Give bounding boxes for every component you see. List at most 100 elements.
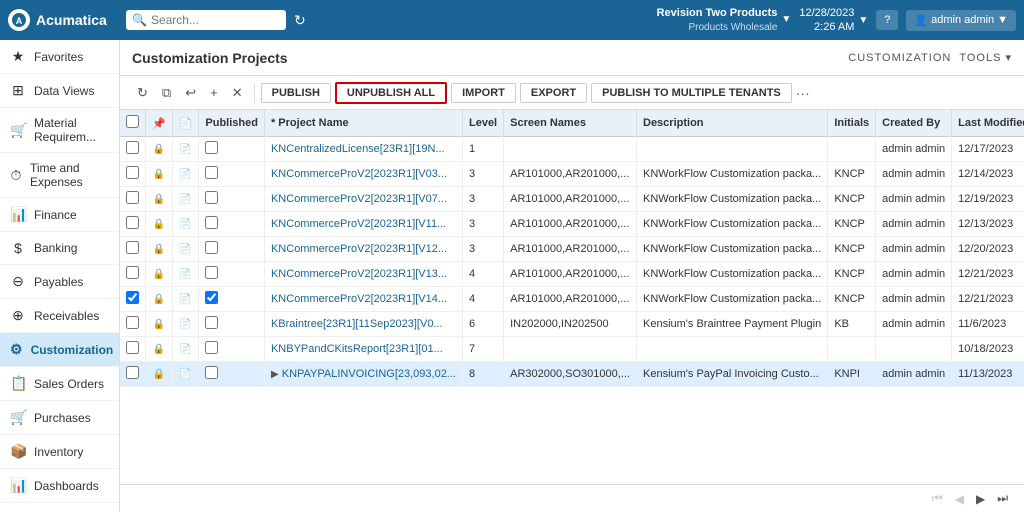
search-bar[interactable]: 🔍: [126, 10, 286, 30]
add-button[interactable]: +: [205, 82, 223, 103]
published-checkbox[interactable]: [205, 316, 218, 329]
select-all-checkbox[interactable]: [126, 115, 139, 128]
project-name-link[interactable]: KNCommerceProV2[2023R1][V12...: [271, 243, 447, 255]
refresh-button[interactable]: ↻: [294, 12, 306, 29]
th-description[interactable]: Description: [637, 110, 828, 137]
sidebar-item-dataviews[interactable]: ⊞ Data Views: [0, 74, 119, 108]
refresh-toolbar-button[interactable]: ↻: [132, 82, 153, 104]
publish-button[interactable]: PUBLISH: [261, 83, 331, 103]
published-checkbox[interactable]: [205, 366, 218, 379]
row-created-cell: admin admin: [876, 262, 952, 287]
datetime-dropdown-arrow[interactable]: ▼: [858, 15, 868, 26]
row-name-cell: KNCommerceProV2[2023R1][V07...: [264, 187, 462, 212]
next-page-button[interactable]: ▶: [972, 490, 989, 508]
row-name-cell: KNCommerceProV2[2023R1][V11...: [264, 212, 462, 237]
row-checkbox[interactable]: [126, 241, 139, 254]
sidebar-item-inventory[interactable]: 📦 Inventory: [0, 435, 119, 469]
row-file-cell: 📄: [172, 262, 199, 287]
row-created-cell: admin admin: [876, 312, 952, 337]
sidebar-label-dataviews: Data Views: [34, 84, 94, 98]
row-checkbox[interactable]: [126, 366, 139, 379]
sidebar-item-receivables[interactable]: ⊕ Receivables: [0, 299, 119, 333]
first-page-button[interactable]: ⏮: [928, 489, 947, 508]
project-name-link[interactable]: KNCommerceProV2[2023R1][V13...: [271, 268, 447, 280]
sidebar-item-time[interactable]: ⏱ Time and Expenses: [0, 153, 119, 198]
project-name-link[interactable]: KNPAYPALINVOICING[23,093,02...: [282, 368, 456, 380]
row-checkbox[interactable]: [126, 341, 139, 354]
sidebar-item-salesorders[interactable]: 📋 Sales Orders: [0, 367, 119, 401]
th-select-all[interactable]: [120, 110, 146, 137]
row-description-cell: KNWorkFlow Customization packa...: [637, 262, 828, 287]
more-actions-button[interactable]: ···: [796, 85, 810, 101]
published-checkbox[interactable]: [205, 266, 218, 279]
row-published-cell: [199, 262, 265, 287]
th-last-modified[interactable]: Last Modified On: [952, 110, 1024, 137]
row-checkbox-cell: [120, 187, 146, 212]
th-published[interactable]: Published: [199, 110, 265, 137]
row-checkbox-cell: [120, 137, 146, 162]
project-name-link[interactable]: KNCommerceProV2[2023R1][V07...: [271, 193, 447, 205]
sidebar-item-favorites[interactable]: ★ Favorites: [0, 40, 119, 74]
project-name-link[interactable]: KNCentralizedLicense[23R1][19N...: [271, 143, 445, 155]
row-checkbox[interactable]: [126, 191, 139, 204]
published-checkbox[interactable]: [205, 191, 218, 204]
row-pin-cell: 🔒: [146, 287, 173, 312]
project-name-link[interactable]: KNCommerceProV2[2023R1][V14...: [271, 293, 447, 305]
row-checkbox[interactable]: [126, 141, 139, 154]
unpublish-all-button[interactable]: UNPUBLISH ALL: [335, 82, 447, 104]
sidebar-item-customization[interactable]: ⚙ Customization: [0, 333, 119, 367]
row-initials-cell: [828, 337, 876, 362]
search-input[interactable]: [151, 13, 271, 27]
date-value: 12/28/2023: [799, 6, 854, 20]
published-checkbox[interactable]: [205, 341, 218, 354]
sidebar-item-payables[interactable]: ⊖ Payables: [0, 265, 119, 299]
sidebar-item-material[interactable]: 🛒 Material Requirem...: [0, 108, 119, 153]
th-level[interactable]: Level: [462, 110, 503, 137]
row-checkbox[interactable]: [126, 291, 139, 304]
row-checkbox[interactable]: [126, 316, 139, 329]
row-pin-cell: 🔒: [146, 137, 173, 162]
import-button[interactable]: IMPORT: [451, 83, 516, 103]
datetime-details: 12/28/2023 2:26 AM: [799, 6, 854, 35]
published-checkbox[interactable]: [205, 291, 218, 304]
row-expand-icon[interactable]: ▶: [271, 369, 279, 380]
th-created-by[interactable]: Created By: [876, 110, 952, 137]
file-icon: 📄: [179, 344, 191, 355]
copy-button[interactable]: ⧉: [157, 82, 176, 104]
prev-page-button[interactable]: ◀: [951, 490, 968, 508]
published-checkbox[interactable]: [205, 241, 218, 254]
customization-menu-button[interactable]: CUSTOMIZATION: [848, 52, 951, 64]
project-name-link[interactable]: KNCommerceProV2[2023R1][V11...: [271, 218, 446, 230]
published-checkbox[interactable]: [205, 141, 218, 154]
sidebar-item-banking[interactable]: $ Banking: [0, 232, 119, 265]
project-name-link[interactable]: KNCommerceProV2[2023R1][V03...: [271, 168, 447, 180]
th-initials[interactable]: Initials: [828, 110, 876, 137]
project-name-link[interactable]: KNBYPandCKitsReport[23R1][01...: [271, 343, 443, 355]
user-button[interactable]: 👤 admin admin ▼: [906, 10, 1016, 31]
sidebar-item-finance[interactable]: 📊 Finance: [0, 198, 119, 232]
publish-multiple-button[interactable]: PUBLISH TO MULTIPLE TENANTS: [591, 83, 792, 103]
row-name-cell: KNCentralizedLicense[23R1][19N...: [264, 137, 462, 162]
th-project-name[interactable]: * Project Name: [264, 110, 462, 137]
help-button[interactable]: ?: [876, 10, 898, 30]
row-checkbox[interactable]: [126, 266, 139, 279]
sidebar-item-dashboards[interactable]: 📊 Dashboards: [0, 469, 119, 503]
row-name-cell: KNCommerceProV2[2023R1][V14...: [264, 287, 462, 312]
published-checkbox[interactable]: [205, 166, 218, 179]
last-page-button[interactable]: ⏭: [993, 489, 1012, 508]
tools-menu-button[interactable]: TOOLS ▾: [959, 51, 1012, 64]
th-screen-names[interactable]: Screen Names: [504, 110, 637, 137]
row-description-cell: KNWorkFlow Customization packa...: [637, 162, 828, 187]
undo-button[interactable]: ↩: [180, 82, 201, 104]
row-checkbox[interactable]: [126, 166, 139, 179]
row-name-cell: KNCommerceProV2[2023R1][V03...: [264, 162, 462, 187]
sidebar-collapse-button[interactable]: ‹: [0, 503, 119, 512]
export-button[interactable]: EXPORT: [520, 83, 587, 103]
company-dropdown-arrow[interactable]: ▼: [781, 14, 791, 25]
sidebar-item-purchases[interactable]: 🛒 Purchases: [0, 401, 119, 435]
row-checkbox[interactable]: [126, 216, 139, 229]
delete-button[interactable]: ✕: [227, 82, 248, 104]
published-checkbox[interactable]: [205, 216, 218, 229]
toolbar: ↻ ⧉ ↩ + ✕ PUBLISH UNPUBLISH ALL IMPORT E…: [120, 76, 1024, 110]
project-name-link[interactable]: KBraintree[23R1][11Sep2023][V0...: [271, 318, 443, 330]
